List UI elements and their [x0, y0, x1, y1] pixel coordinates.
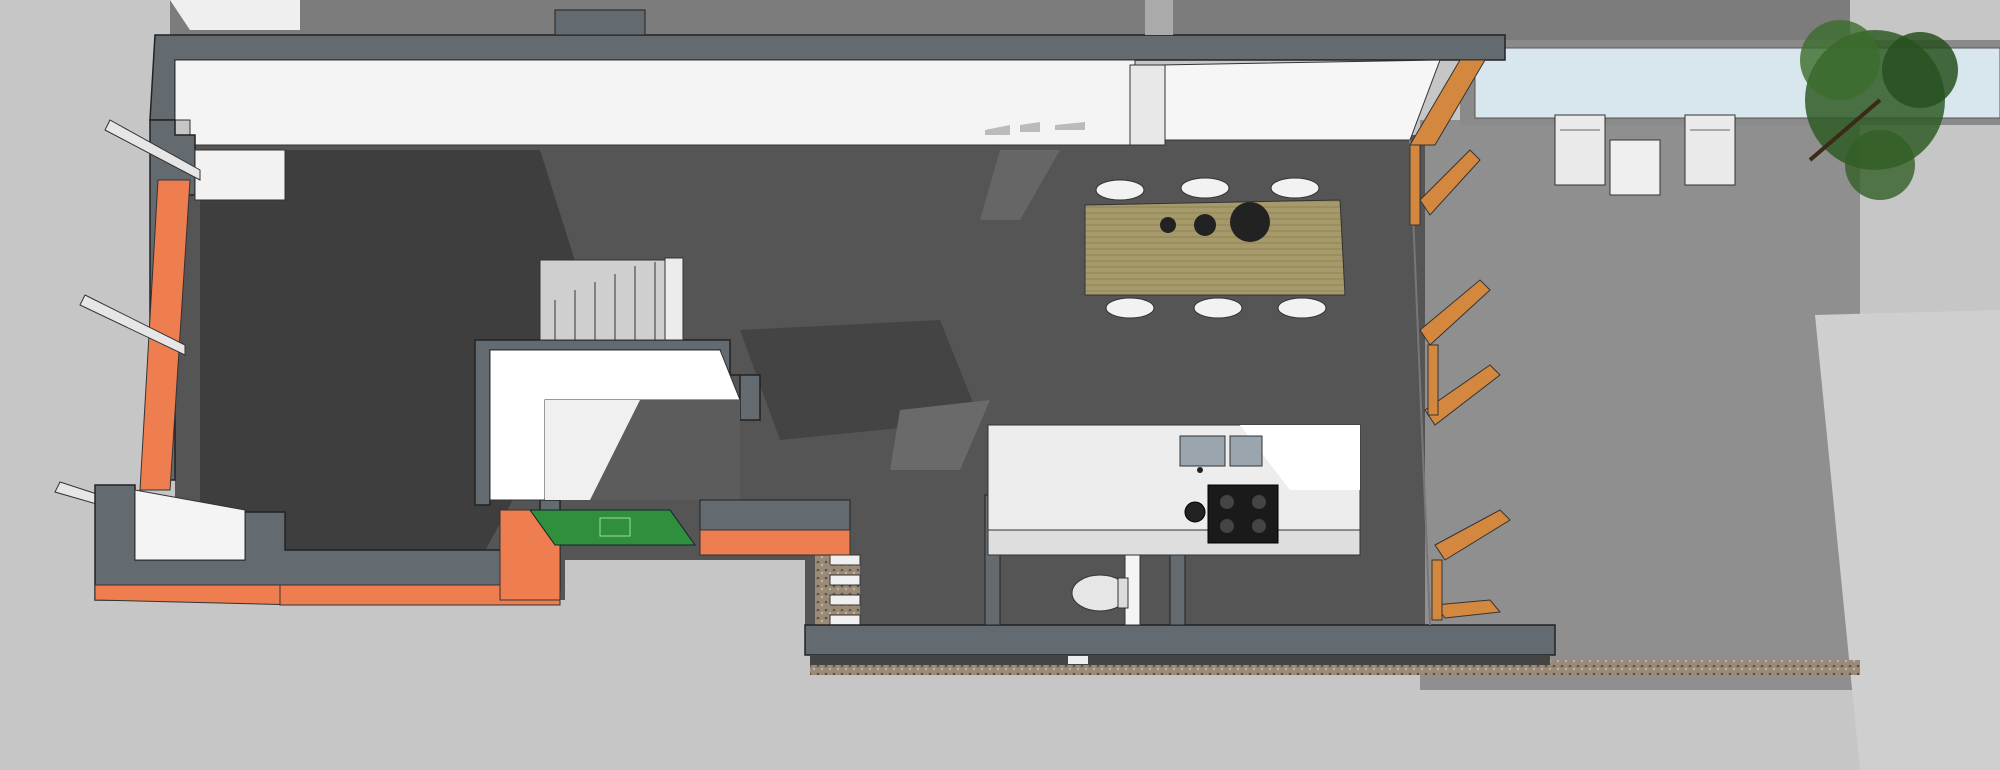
side-wall-face: [810, 655, 1550, 665]
neighbour-roof: [170, 0, 1850, 40]
side-wall-light: [1068, 656, 1088, 664]
wall-top-notch: [1145, 0, 1173, 35]
model-viewport[interactable]: [0, 0, 2000, 770]
rear-wall-face-2: [1159, 59, 1441, 141]
wall-pier: [1129, 64, 1166, 146]
hob[interactable]: [1207, 484, 1279, 544]
kitchen-island[interactable]: [987, 424, 1361, 556]
toilet[interactable]: [1071, 574, 1129, 612]
wok-burner[interactable]: [1184, 501, 1206, 523]
neighbour-left-wall: [170, 0, 300, 30]
side-wall-top: [804, 624, 1556, 656]
front-door[interactable]: [529, 509, 696, 546]
staircase[interactable]: [539, 257, 684, 341]
left-wall-face: [194, 149, 286, 201]
porch-wall-top: [699, 499, 851, 531]
porch-brick: [699, 529, 851, 556]
floor-plan-render: [0, 0, 2000, 770]
chimney-top: [554, 9, 646, 36]
